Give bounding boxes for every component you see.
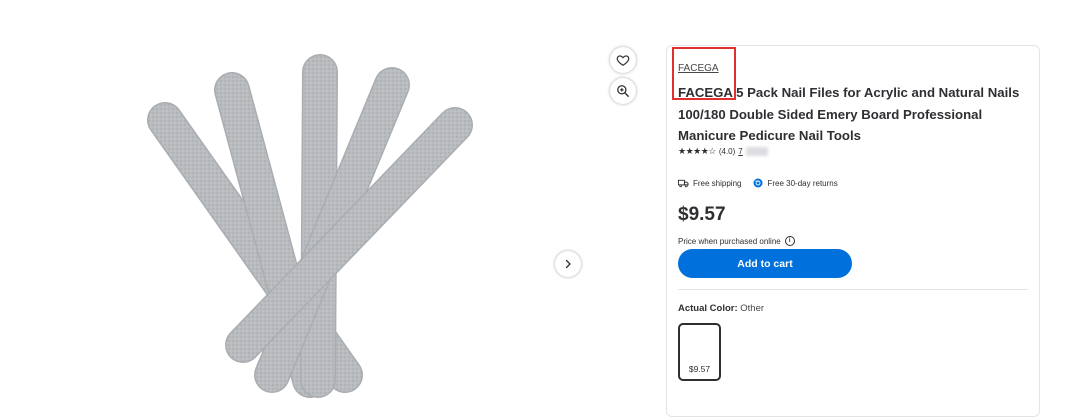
rating-row[interactable]: ★★★★☆ (4.0) 7 xyxy=(678,146,768,157)
star-rating-icon: ★★★★☆ xyxy=(678,146,716,156)
next-image-button[interactable] xyxy=(555,251,581,277)
product-info-panel: FACEGA FACEGA 5 Pack Nail Files for Acry… xyxy=(666,45,1040,417)
redacted-text xyxy=(745,147,768,156)
variant-swatch[interactable]: $9.57 xyxy=(678,323,721,381)
price-note: Price when purchased online i xyxy=(678,236,795,246)
variant-value: Other xyxy=(740,303,765,314)
truck-icon xyxy=(678,179,689,187)
favorite-button[interactable] xyxy=(610,47,636,73)
image-gallery xyxy=(0,0,636,401)
info-icon[interactable]: i xyxy=(784,236,795,246)
brand-link[interactable]: FACEGA xyxy=(678,63,719,74)
fulfillment-row: Free shipping Free 30-day returns xyxy=(678,178,850,188)
variant-label: Actual Color: Other xyxy=(678,303,764,314)
variant-label-name: Actual Color: xyxy=(678,303,738,314)
product-image xyxy=(147,54,473,398)
returns-icon xyxy=(753,178,763,188)
zoom-button[interactable] xyxy=(610,78,636,104)
zoom-in-icon xyxy=(617,85,629,97)
returns-text: Free 30-day returns xyxy=(767,178,838,188)
chevron-right-icon xyxy=(565,259,571,269)
swatch-price: $9.57 xyxy=(688,364,711,374)
product-title: FACEGA 5 Pack Nail Files for Acrylic and… xyxy=(678,85,1020,143)
rating-value: (4.0) xyxy=(718,147,736,156)
reviews-count-link[interactable]: 7 xyxy=(738,147,742,156)
divider xyxy=(678,289,1028,290)
price: $9.57 xyxy=(678,204,726,225)
add-to-cart-button[interactable]: Add to cart xyxy=(678,249,852,278)
heart-icon xyxy=(616,55,630,66)
price-note-text: Price when purchased online xyxy=(678,236,781,246)
shipping-text: Free shipping xyxy=(693,178,742,188)
